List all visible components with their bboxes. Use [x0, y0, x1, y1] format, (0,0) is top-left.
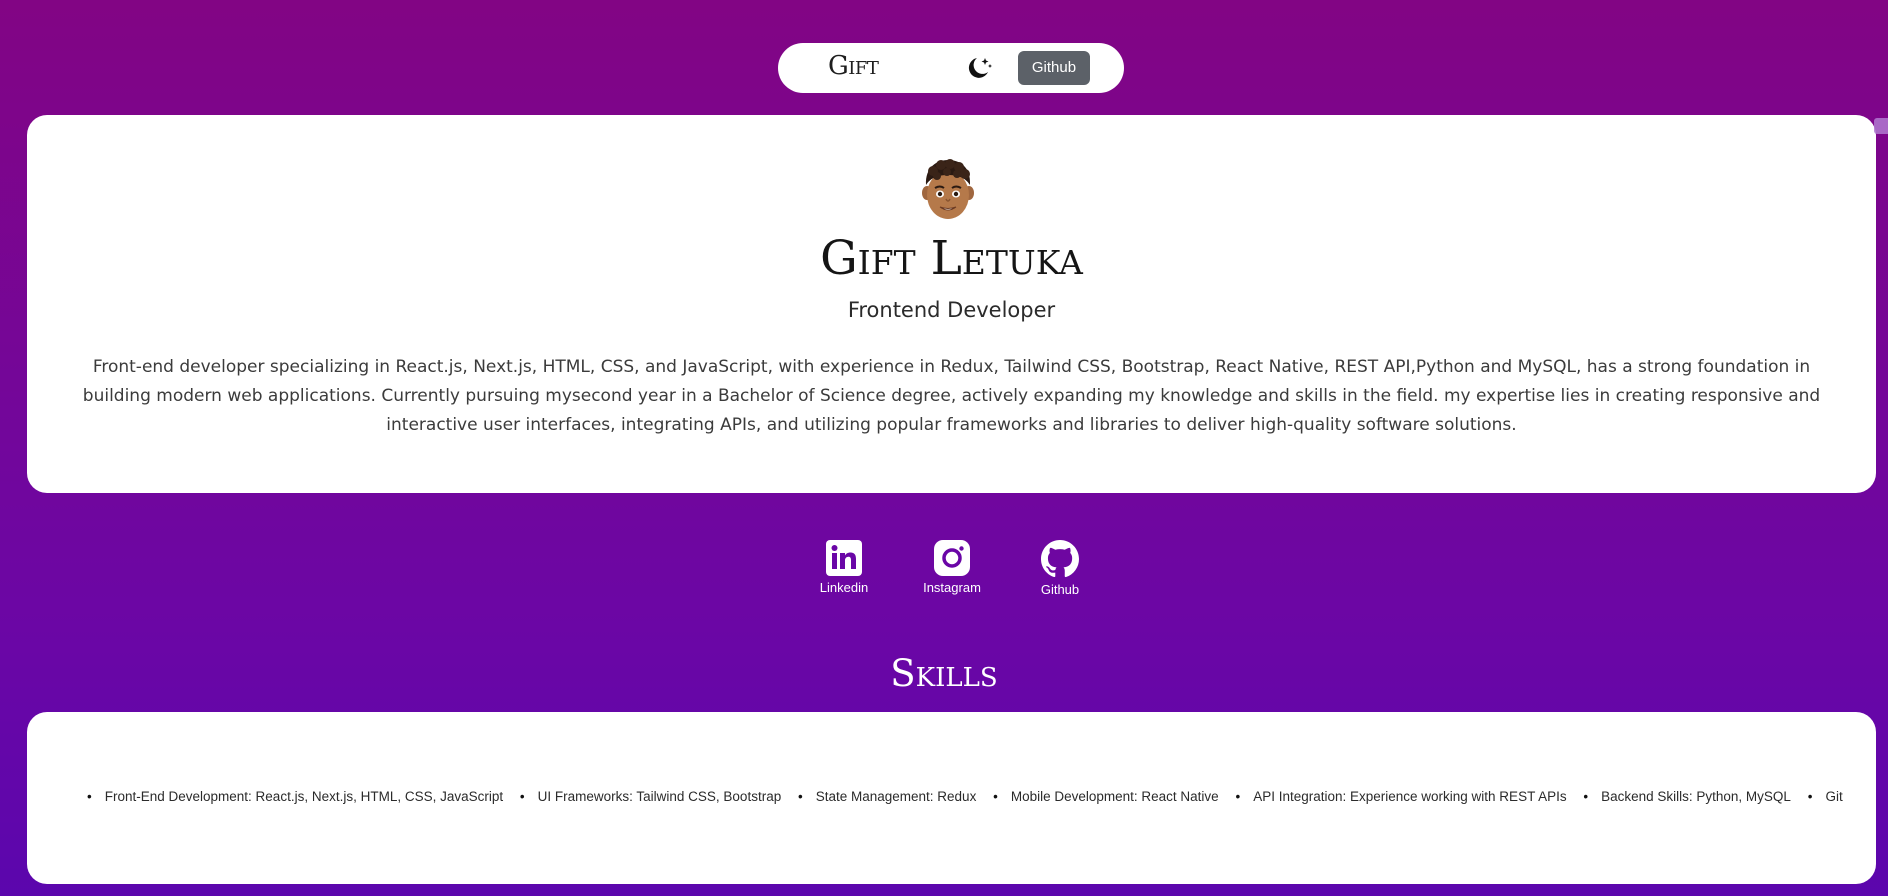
instagram-label: Instagram [923, 580, 981, 595]
skill-item: Backend Skills: Python, MySQL [1583, 789, 1791, 804]
skill-item: Mobile Development: React Native [993, 789, 1219, 804]
skills-card: Front-End Development: React.js, Next.js… [27, 712, 1876, 884]
moon-stars-icon[interactable] [964, 55, 994, 81]
instagram-icon [934, 540, 970, 576]
skill-item: UI Frameworks: Tailwind CSS, Bootstrap [520, 789, 782, 804]
github-label: Github [1040, 582, 1080, 597]
brand-logo[interactable]: Gift [828, 51, 879, 81]
profile-card: Gift Letuka Frontend Developer Front-end… [27, 115, 1876, 493]
skill-item: API Integration: Experience working with… [1235, 789, 1566, 804]
skill-item: State Management: Redux [798, 789, 977, 804]
skills-list: Front-End Development: React.js, Next.js… [87, 789, 1856, 804]
top-navbar: Gift Github [778, 43, 1124, 93]
linkedin-link[interactable]: Linkedin [812, 540, 876, 604]
profile-name: Gift Letuka [820, 231, 1083, 286]
linkedin-label: Linkedin [819, 580, 869, 595]
github-link[interactable]: Github [1028, 540, 1092, 604]
profile-bio: Front-end developer specializing in Reac… [82, 357, 1821, 435]
skill-item: Front-End Development: React.js, Next.js… [87, 789, 503, 804]
edge-handle[interactable] [1874, 118, 1888, 134]
github-button[interactable]: Github [1018, 51, 1090, 85]
instagram-link[interactable]: Instagram [916, 540, 988, 604]
profile-role: Frontend Developer [847, 298, 1056, 322]
skill-item: Git [1808, 789, 1842, 804]
linkedin-icon [826, 540, 862, 576]
avatar [913, 155, 983, 225]
skills-heading: Skills [890, 652, 998, 695]
github-icon [1041, 540, 1079, 578]
